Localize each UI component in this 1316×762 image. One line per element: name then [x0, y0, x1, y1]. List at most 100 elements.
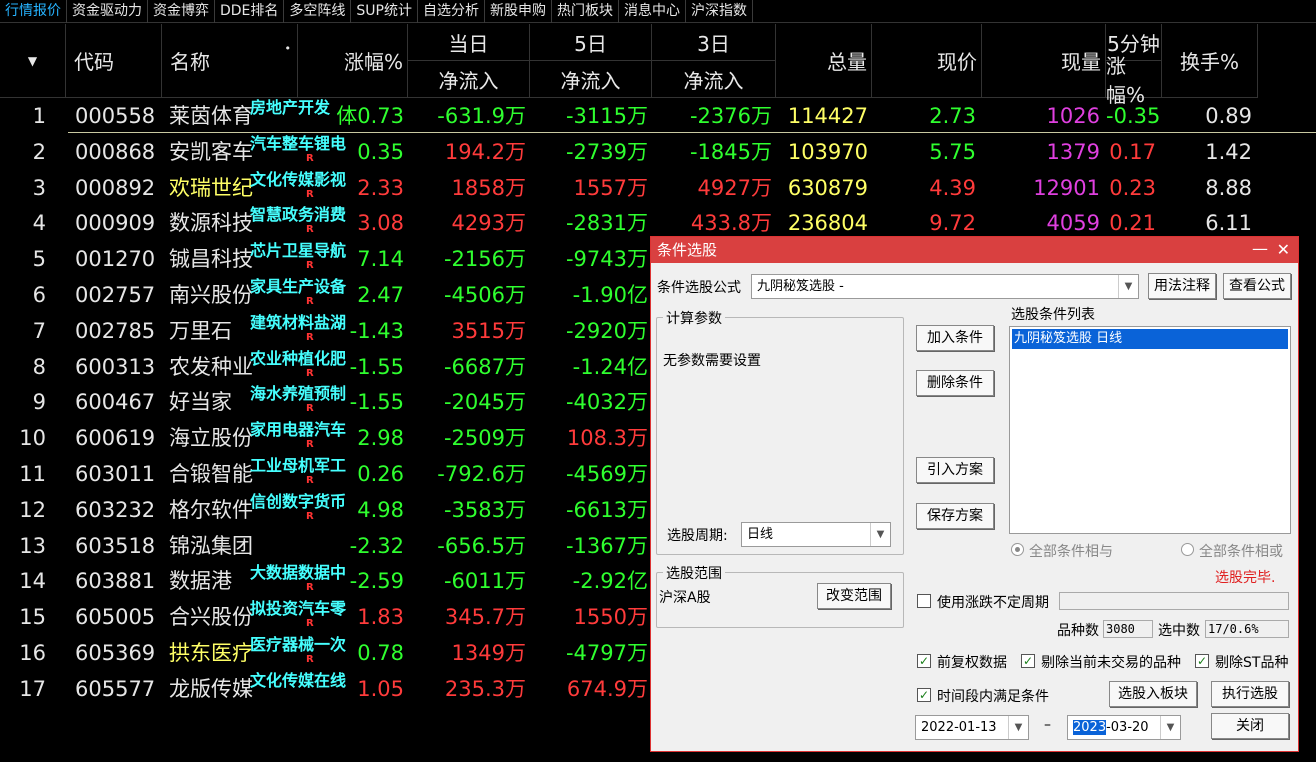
chevron-down-icon[interactable]: ▼ [1160, 716, 1180, 739]
header-current-volume[interactable]: 现量 [982, 24, 1106, 98]
day-net-inflow: 235.3万 [444, 676, 526, 701]
add-condition-button[interactable]: 加入条件 [916, 325, 994, 351]
date-to-picker[interactable]: 2023-03-20 ▼ [1067, 715, 1181, 740]
exclude-untraded-checkbox[interactable]: ✓ [1021, 654, 1035, 668]
five-min-change: 0.23 [1109, 175, 1156, 200]
day-net-inflow: 345.7万 [444, 605, 526, 630]
day-net-inflow: -4506万 [443, 283, 526, 307]
header-volume[interactable]: 总量 [776, 24, 872, 98]
dialog-title-bar[interactable]: 条件选股 [651, 237, 1298, 263]
range-group: 选股范围 沪深A股 改变范围 [656, 563, 904, 628]
tab-0[interactable]: 行情报价 [0, 0, 67, 23]
tab-6[interactable]: 自选分析 [418, 0, 485, 23]
table-row[interactable]: 3 000892 欢瑞世纪 文化传媒影视 R 2.33 1858万 1557万 4927万 630… [0, 170, 1316, 206]
header-3day[interactable]: 3日 [652, 24, 776, 61]
stock-code: 605577 [75, 676, 156, 701]
change-pct: 0.78 [357, 641, 404, 665]
delete-condition-button[interactable]: 删除条件 [916, 370, 994, 396]
close-icon[interactable]: ✕ [1277, 237, 1290, 263]
selected-row-line [68, 132, 1316, 133]
exclude-st-checkbox[interactable]: ✓ [1195, 654, 1209, 668]
total-volume: 114427 [787, 104, 868, 128]
date-from-picker[interactable]: 2022-01-13 ▼ [915, 715, 1029, 740]
to-block-button[interactable]: 选股入板块 [1109, 681, 1197, 707]
tab-10[interactable]: 沪深指数 [686, 0, 753, 23]
row-index: 7 [32, 318, 46, 343]
row-index: 9 [32, 390, 46, 415]
import-scheme-button[interactable]: 引入方案 [916, 457, 994, 483]
tab-1[interactable]: 资金驱动力 [67, 0, 148, 23]
header-3day-inflow[interactable]: 净流入 [652, 61, 776, 98]
turnover-pct: 1.42 [1205, 139, 1252, 164]
period-input[interactable] [1059, 592, 1289, 610]
close-button[interactable]: 关闭 [1211, 713, 1289, 739]
stock-code: 000909 [75, 211, 156, 236]
table-row[interactable]: 1 000558 莱茵体育 房地产开发 体0.73 -631.9万 -3115万 -2376万… [0, 98, 1316, 134]
current-price: 5.75 [929, 139, 976, 164]
change-range-button[interactable]: 改变范围 [817, 583, 891, 609]
header-turnover[interactable]: 换手% [1162, 24, 1258, 98]
row-index: 17 [19, 676, 46, 701]
usage-notes-button[interactable]: 用法注释 [1148, 273, 1216, 299]
execute-select-button[interactable]: 执行选股 [1211, 681, 1289, 707]
top-tab-bar: 行情报价 资金驱动力 资金博弈 DDE排名 多空阵线 SUP统计 自选分析 新股申购 热门板块消… [0, 0, 1316, 23]
period-select[interactable]: 日线 ▼ [741, 522, 891, 547]
tab-7[interactable]: 新股申购 [485, 0, 552, 23]
chevron-down-icon[interactable]: ▼ [1008, 716, 1028, 739]
row-index: 14 [19, 569, 46, 594]
stock-code: 002785 [75, 318, 156, 343]
change-pct: 7.14 [357, 247, 404, 272]
tab-2[interactable]: 资金博弈 [148, 0, 215, 23]
stock-code: 605005 [75, 605, 156, 630]
header-day[interactable]: 当日 [408, 24, 530, 61]
header-day-inflow[interactable]: 净流入 [408, 61, 530, 98]
tab-9[interactable]: 消息中心 [619, 0, 686, 23]
formula-select[interactable]: 九阴秘笈选股 - ▼ [751, 274, 1139, 299]
five-day-net-inflow: -4569万 [565, 462, 648, 486]
three-day-net-inflow: 4927万 [697, 175, 772, 200]
stock-code: 600467 [75, 390, 156, 415]
view-formula-button[interactable]: 查看公式 [1223, 273, 1291, 299]
day-net-inflow: -6011万 [443, 569, 526, 594]
pre-adjust-checkbox[interactable]: ✓ [917, 654, 931, 668]
condition-list-item[interactable]: 九阴秘笈选股 日线 [1012, 329, 1288, 349]
radio-or[interactable] [1181, 543, 1194, 556]
header-change[interactable]: 涨幅% [298, 24, 408, 98]
header-5day[interactable]: 5日 [530, 24, 652, 61]
date-to-year: 2023 [1073, 720, 1107, 735]
change-pct: 1.05 [357, 676, 404, 701]
use-period-checkbox[interactable] [917, 594, 931, 608]
minimize-icon[interactable]: — [1252, 237, 1268, 261]
change-pct: -2.59 [349, 569, 404, 594]
sort-menu-button[interactable]: ▼ [0, 24, 66, 98]
row-index: 10 [19, 426, 46, 451]
header-5min-change[interactable]: 涨幅% [1106, 54, 1162, 107]
tab-3[interactable]: DDE排名 [215, 0, 285, 23]
stock-code: 603518 [75, 533, 156, 558]
tab-8[interactable]: 热门板块 [552, 0, 619, 23]
day-net-inflow: -3583万 [443, 497, 526, 522]
time-range-checkbox[interactable]: ✓ [917, 688, 931, 702]
header-5day-inflow[interactable]: 净流入 [530, 61, 652, 98]
header-code[interactable]: 代码 [66, 24, 162, 98]
tab-4[interactable]: 多空阵线 [284, 0, 352, 23]
chevron-down-icon[interactable]: ▼ [1118, 275, 1138, 298]
radio-and[interactable] [1011, 543, 1024, 556]
tab-5[interactable]: SUP统计 [351, 0, 418, 23]
condition-list[interactable]: 九阴秘笈选股 日线 [1009, 326, 1291, 534]
day-net-inflow: -656.5万 [437, 533, 526, 558]
stock-name: 格尔软件 [169, 497, 253, 522]
five-day-net-inflow: -1.90亿 [572, 283, 648, 307]
chevron-down-icon[interactable]: ▼ [870, 523, 890, 546]
five-day-net-inflow: -1367万 [565, 533, 648, 558]
header-name[interactable]: 名称 • [162, 24, 298, 98]
header-price[interactable]: 现价 [872, 24, 982, 98]
stock-name: 锦泓集团 [169, 533, 253, 558]
time-range-label: 时间段内满足条件 [937, 689, 1049, 705]
change-pct: -2.32 [349, 533, 404, 558]
five-day-net-inflow: -2.92亿 [572, 569, 648, 594]
table-row[interactable]: 2 000868 安凯客车 汽车整车锂电 R 0.35 194.2万 -2739万 -1845万… [0, 134, 1316, 170]
row-index: 2 [32, 139, 46, 164]
save-scheme-button[interactable]: 保存方案 [916, 503, 994, 529]
stock-name: 拱东医疗 [169, 641, 253, 665]
